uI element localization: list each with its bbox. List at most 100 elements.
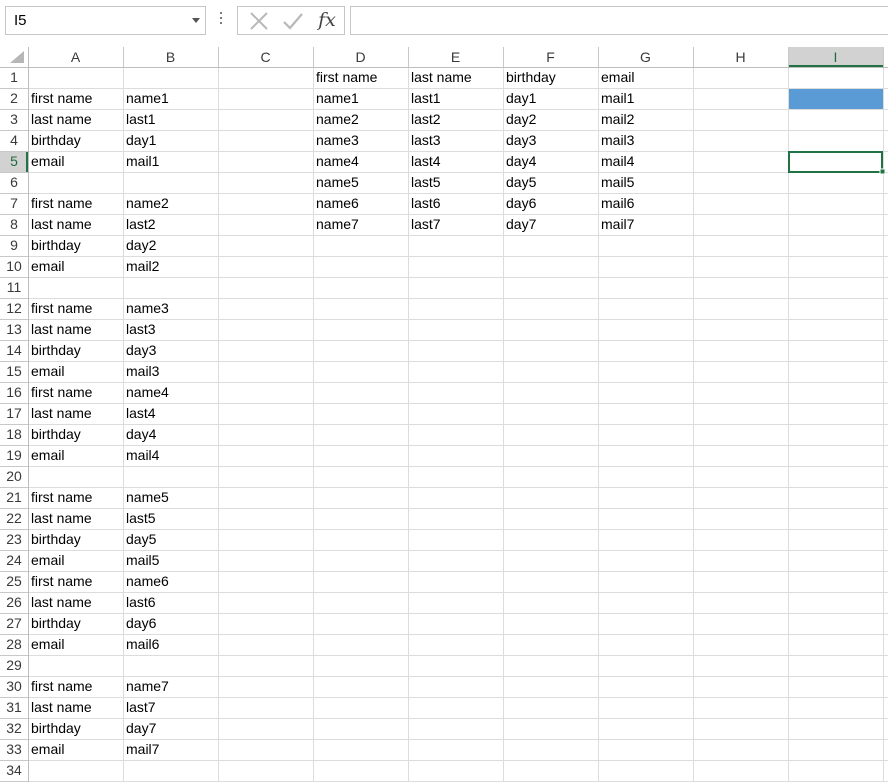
column-header-g[interactable]: G [598,47,693,67]
cell-g6[interactable]: mail5 [601,172,634,193]
cell-d4[interactable]: name3 [316,130,359,151]
cell-d2[interactable]: name1 [316,88,359,109]
row-header-2[interactable]: 2 [0,88,28,109]
cell-b14[interactable]: day3 [126,340,156,361]
cell-a27[interactable]: birthday [31,613,81,634]
row-header-4[interactable]: 4 [0,130,28,151]
row-header-15[interactable]: 15 [0,361,28,382]
cell-a8[interactable]: last name [31,214,92,235]
cell-a3[interactable]: last name [31,109,92,130]
cell-a7[interactable]: first name [31,193,92,214]
cells-layer[interactable]: A B C D E F G H I 1 2 3 4 5 6 7 8 9 10 11 12 13 14 15 16 17 18 19 20… [0,47,888,782]
cell-d7[interactable]: name6 [316,193,359,214]
cell-d3[interactable]: name2 [316,109,359,130]
cell-e5[interactable]: last4 [411,151,441,172]
cell-b33[interactable]: mail7 [126,739,159,760]
name-box[interactable]: I5 [5,6,206,35]
cell-b7[interactable]: name2 [126,193,169,214]
cell-e4[interactable]: last3 [411,130,441,151]
cell-b9[interactable]: day2 [126,235,156,256]
cell-b15[interactable]: mail3 [126,361,159,382]
row-header-8[interactable]: 8 [0,214,28,235]
cell-b25[interactable]: name6 [126,571,169,592]
row-header-18[interactable]: 18 [0,424,28,445]
cell-d8[interactable]: name7 [316,214,359,235]
row-header-34[interactable]: 34 [0,760,28,781]
cell-a33[interactable]: email [31,739,64,760]
cell-b16[interactable]: name4 [126,382,169,403]
column-header-i[interactable]: I [788,47,883,67]
cell-e3[interactable]: last2 [411,109,441,130]
row-header-17[interactable]: 17 [0,403,28,424]
cell-a24[interactable]: email [31,550,64,571]
cell-a22[interactable]: last name [31,508,92,529]
column-header-b[interactable]: B [123,47,218,67]
cell-e2[interactable]: last1 [411,88,441,109]
cell-g7[interactable]: mail6 [601,193,634,214]
row-header-22[interactable]: 22 [0,508,28,529]
row-header-30[interactable]: 30 [0,676,28,697]
cell-a19[interactable]: email [31,445,64,466]
cell-b2[interactable]: name1 [126,88,169,109]
cell-f3[interactable]: day2 [506,109,536,130]
row-header-24[interactable]: 24 [0,550,28,571]
cell-a12[interactable]: first name [31,298,92,319]
cell-a2[interactable]: first name [31,88,92,109]
cell-f4[interactable]: day3 [506,130,536,151]
cell-b3[interactable]: last1 [126,109,156,130]
cell-b22[interactable]: last5 [126,508,156,529]
name-box-value[interactable]: I5 [14,12,27,29]
column-header-d[interactable]: D [313,47,408,67]
row-header-23[interactable]: 23 [0,529,28,550]
row-header-1[interactable]: 1 [0,67,28,88]
checkmark-icon[interactable] [277,9,307,33]
row-header-32[interactable]: 32 [0,718,28,739]
row-header-33[interactable]: 33 [0,739,28,760]
cell-e6[interactable]: last5 [411,172,441,193]
cell-a5[interactable]: email [31,151,64,172]
row-header-20[interactable]: 20 [0,466,28,487]
cell-f7[interactable]: day6 [506,193,536,214]
cell-g8[interactable]: mail7 [601,214,634,235]
row-header-16[interactable]: 16 [0,382,28,403]
cell-a30[interactable]: first name [31,676,92,697]
cell-a17[interactable]: last name [31,403,92,424]
row-header-13[interactable]: 13 [0,319,28,340]
formula-input[interactable] [350,6,888,35]
cell-g4[interactable]: mail3 [601,130,634,151]
cell-b18[interactable]: day4 [126,424,156,445]
cell-g5[interactable]: mail4 [601,151,634,172]
row-header-11[interactable]: 11 [0,277,28,298]
cell-b31[interactable]: last7 [126,697,156,718]
cell-g1[interactable]: email [601,67,634,88]
cell-a23[interactable]: birthday [31,529,81,550]
cell-b28[interactable]: mail6 [126,634,159,655]
cell-f5[interactable]: day4 [506,151,536,172]
column-header-a[interactable]: A [28,47,123,67]
row-header-19[interactable]: 19 [0,445,28,466]
row-header-14[interactable]: 14 [0,340,28,361]
chevron-down-icon[interactable] [192,18,200,23]
cell-d1[interactable]: first name [316,67,377,88]
cell-e8[interactable]: last7 [411,214,441,235]
cell-b32[interactable]: day7 [126,718,156,739]
cell-f2[interactable]: day1 [506,88,536,109]
worksheet-grid[interactable]: A B C D E F G H I 1 2 3 4 5 6 7 8 9 10 11 12 13 14 15 16 17 18 19 20… [0,47,888,782]
cell-a4[interactable]: birthday [31,130,81,151]
cell-b23[interactable]: day5 [126,529,156,550]
cell-a26[interactable]: last name [31,592,92,613]
row-header-10[interactable]: 10 [0,256,28,277]
cell-b5[interactable]: mail1 [126,151,159,172]
column-header-f[interactable]: F [503,47,598,67]
row-header-25[interactable]: 25 [0,571,28,592]
cell-a28[interactable]: email [31,634,64,655]
cell-b19[interactable]: mail4 [126,445,159,466]
row-header-3[interactable]: 3 [0,109,28,130]
row-header-7[interactable]: 7 [0,193,28,214]
cell-b21[interactable]: name5 [126,487,169,508]
cell-a14[interactable]: birthday [31,340,81,361]
cell-a16[interactable]: first name [31,382,92,403]
cell-b26[interactable]: last6 [126,592,156,613]
cell-a13[interactable]: last name [31,319,92,340]
cancel-icon[interactable] [242,9,272,33]
